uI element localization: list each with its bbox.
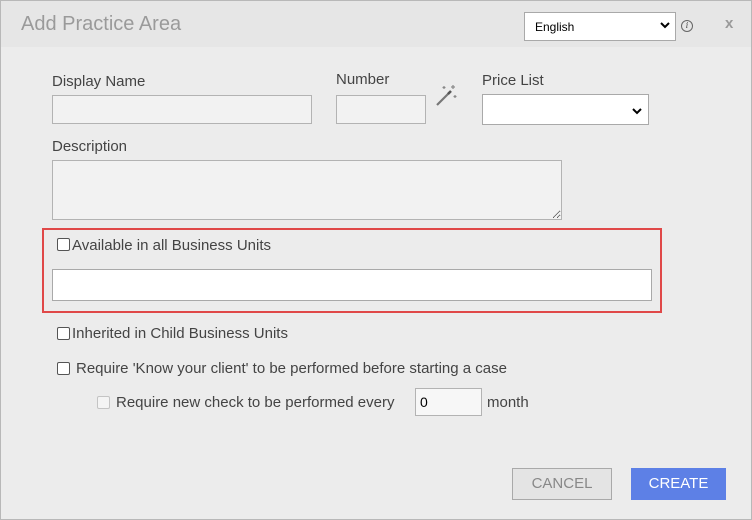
chevron-down-icon [660, 22, 670, 29]
price-list-label: Price List [482, 72, 544, 89]
create-button[interactable]: CREATE [631, 468, 726, 500]
available-all-bu-label: Available in all Business Units [72, 237, 271, 254]
chevron-down-icon [632, 108, 642, 115]
language-select-value: English [535, 20, 575, 34]
recheck-checkbox[interactable] [97, 396, 110, 409]
language-select[interactable]: English [524, 12, 676, 41]
number-input[interactable] [336, 95, 426, 124]
info-icon[interactable]: i [681, 20, 693, 32]
cancel-button[interactable]: CANCEL [512, 468, 612, 500]
kyc-label: Require 'Know your client' to be perform… [76, 360, 507, 377]
inherited-child-bu-checkbox[interactable] [57, 327, 70, 340]
price-list-select[interactable] [482, 94, 649, 125]
dialog-title: Add Practice Area [21, 13, 182, 35]
display-name-label: Display Name [52, 73, 146, 90]
magic-wand-icon[interactable] [433, 83, 459, 109]
business-units-input[interactable] [52, 269, 652, 301]
recheck-unit-label: month [487, 394, 529, 411]
close-icon[interactable]: x [725, 15, 733, 32]
recheck-months-input[interactable]: 0 [415, 388, 482, 416]
add-practice-area-dialog: Add Practice Area English i x Display Na… [0, 0, 752, 520]
available-all-bu-checkbox[interactable] [57, 238, 70, 251]
inherited-child-bu-label: Inherited in Child Business Units [72, 325, 288, 342]
kyc-checkbox[interactable] [57, 362, 70, 375]
number-label: Number [336, 71, 390, 88]
description-textarea[interactable] [52, 160, 562, 220]
display-name-input[interactable] [52, 95, 312, 124]
description-label: Description [52, 138, 128, 155]
recheck-label: Require new check to be performed every [116, 394, 395, 411]
dialog-header: Add Practice Area English i x [1, 1, 751, 47]
